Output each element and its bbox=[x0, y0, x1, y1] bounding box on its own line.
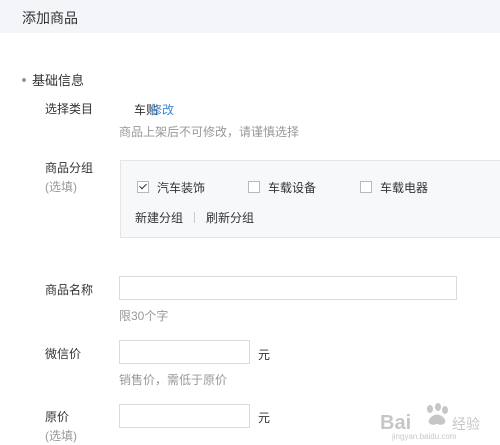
group-label: 商品分组 (选填) bbox=[45, 160, 93, 196]
group-option-car-electronics[interactable]: 车载电器 bbox=[360, 180, 428, 194]
original-price-optional-text: (选填) bbox=[45, 428, 77, 445]
group-optional-text: (选填) bbox=[45, 179, 93, 196]
page-title: 添加商品 bbox=[22, 8, 78, 28]
new-group-link[interactable]: 新建分组 bbox=[135, 209, 183, 226]
refresh-group-link[interactable]: 刷新分组 bbox=[206, 209, 254, 226]
original-price-label: 原价 (选填) bbox=[45, 409, 77, 445]
group-option-label: 汽车装饰 bbox=[157, 179, 205, 196]
name-hint: 限30个字 bbox=[119, 307, 168, 324]
wechat-price-input[interactable] bbox=[119, 340, 250, 364]
group-selector: 汽车装饰 车载设备 车载电器 新建分组 刷新分组 bbox=[120, 160, 500, 238]
divider bbox=[194, 212, 195, 223]
section-title: 基础信息 bbox=[22, 70, 84, 89]
svg-text:jingyan.baidu.com: jingyan.baidu.com bbox=[391, 432, 457, 441]
wechat-price-unit: 元 bbox=[258, 346, 270, 363]
group-label-text: 商品分组 bbox=[45, 161, 93, 175]
original-price-label-text: 原价 bbox=[45, 410, 69, 424]
product-name-input[interactable] bbox=[119, 276, 457, 300]
checkbox-unchecked-icon[interactable] bbox=[360, 181, 372, 193]
group-option-car-decoration[interactable]: 汽车装饰 bbox=[137, 180, 205, 194]
bullet-icon bbox=[22, 78, 26, 82]
checkbox-unchecked-icon[interactable] bbox=[248, 181, 260, 193]
section-title-text: 基础信息 bbox=[32, 73, 84, 88]
edit-category-link[interactable]: 修改 bbox=[150, 101, 174, 118]
original-price-input[interactable] bbox=[119, 404, 250, 428]
group-option-car-equipment[interactable]: 车载设备 bbox=[248, 180, 316, 194]
baidu-watermark-logo: Bai 经验 jingyan.baidu.com bbox=[378, 401, 488, 441]
group-option-label: 车载电器 bbox=[380, 179, 428, 196]
svg-text:经验: 经验 bbox=[452, 417, 480, 433]
category-hint: 商品上架后不可修改，请谨慎选择 bbox=[119, 123, 299, 140]
page-header: 添加商品 bbox=[0, 0, 500, 33]
name-label: 商品名称 bbox=[45, 282, 93, 299]
group-option-label: 车载设备 bbox=[268, 179, 316, 196]
wechat-price-label: 微信价 bbox=[45, 346, 81, 363]
wechat-price-label-text: 微信价 bbox=[45, 347, 81, 361]
name-label-text: 商品名称 bbox=[45, 283, 93, 297]
svg-text:Bai: Bai bbox=[380, 412, 411, 434]
checkbox-checked-icon[interactable] bbox=[137, 181, 149, 193]
category-label-text: 选择类目 bbox=[45, 102, 93, 116]
original-price-unit: 元 bbox=[258, 409, 270, 426]
group-actions: 新建分组 刷新分组 bbox=[135, 209, 254, 226]
category-label: 选择类目 bbox=[45, 101, 93, 118]
wechat-price-hint: 销售价，需低于原价 bbox=[119, 371, 227, 388]
